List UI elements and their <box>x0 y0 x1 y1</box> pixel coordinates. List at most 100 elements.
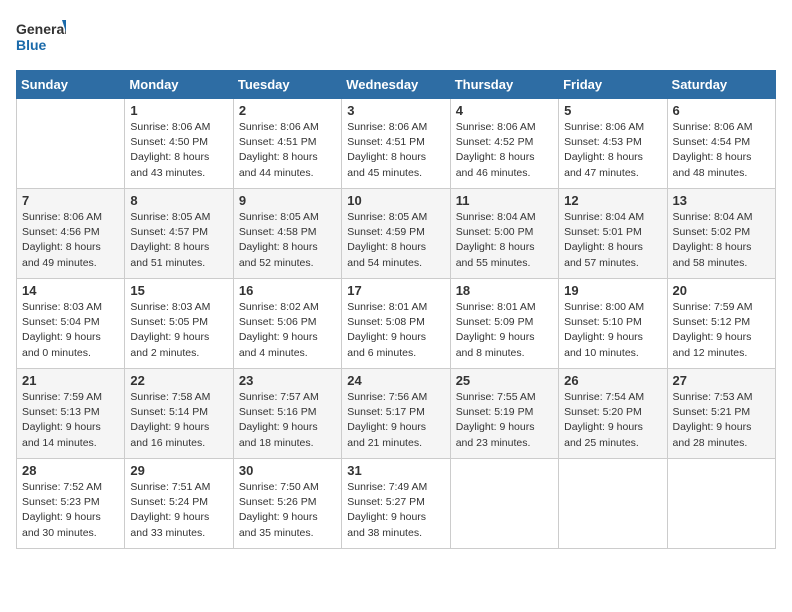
day-cell: 2 Sunrise: 8:06 AMSunset: 4:51 PMDayligh… <box>233 99 341 189</box>
day-cell: 20 Sunrise: 7:59 AMSunset: 5:12 PMDaylig… <box>667 279 775 369</box>
day-number: 10 <box>347 193 444 208</box>
svg-text:Blue: Blue <box>16 37 47 53</box>
day-number: 17 <box>347 283 444 298</box>
header: General Blue <box>16 16 776 58</box>
day-info: Sunrise: 8:04 AMSunset: 5:00 PMDaylight:… <box>456 210 553 271</box>
day-number: 30 <box>239 463 336 478</box>
day-info: Sunrise: 7:53 AMSunset: 5:21 PMDaylight:… <box>673 390 770 451</box>
day-info: Sunrise: 8:04 AMSunset: 5:02 PMDaylight:… <box>673 210 770 271</box>
day-number: 15 <box>130 283 227 298</box>
day-cell: 5 Sunrise: 8:06 AMSunset: 4:53 PMDayligh… <box>559 99 667 189</box>
weekday-header-monday: Monday <box>125 71 233 99</box>
day-info: Sunrise: 8:06 AMSunset: 4:50 PMDaylight:… <box>130 120 227 181</box>
weekday-header-row: SundayMondayTuesdayWednesdayThursdayFrid… <box>17 71 776 99</box>
day-number: 18 <box>456 283 553 298</box>
day-info: Sunrise: 8:05 AMSunset: 4:57 PMDaylight:… <box>130 210 227 271</box>
day-info: Sunrise: 8:01 AMSunset: 5:08 PMDaylight:… <box>347 300 444 361</box>
day-info: Sunrise: 8:04 AMSunset: 5:01 PMDaylight:… <box>564 210 661 271</box>
day-cell: 27 Sunrise: 7:53 AMSunset: 5:21 PMDaylig… <box>667 369 775 459</box>
day-cell <box>450 459 558 549</box>
day-info: Sunrise: 8:06 AMSunset: 4:54 PMDaylight:… <box>673 120 770 181</box>
day-info: Sunrise: 7:59 AMSunset: 5:12 PMDaylight:… <box>673 300 770 361</box>
day-number: 20 <box>673 283 770 298</box>
weekday-header-saturday: Saturday <box>667 71 775 99</box>
calendar-table: SundayMondayTuesdayWednesdayThursdayFrid… <box>16 70 776 549</box>
day-cell: 31 Sunrise: 7:49 AMSunset: 5:27 PMDaylig… <box>342 459 450 549</box>
day-number: 25 <box>456 373 553 388</box>
week-row-4: 21 Sunrise: 7:59 AMSunset: 5:13 PMDaylig… <box>17 369 776 459</box>
day-info: Sunrise: 7:59 AMSunset: 5:13 PMDaylight:… <box>22 390 119 451</box>
day-info: Sunrise: 7:51 AMSunset: 5:24 PMDaylight:… <box>130 480 227 541</box>
day-cell <box>559 459 667 549</box>
day-number: 4 <box>456 103 553 118</box>
day-info: Sunrise: 8:06 AMSunset: 4:52 PMDaylight:… <box>456 120 553 181</box>
day-info: Sunrise: 7:57 AMSunset: 5:16 PMDaylight:… <box>239 390 336 451</box>
day-cell: 12 Sunrise: 8:04 AMSunset: 5:01 PMDaylig… <box>559 189 667 279</box>
day-info: Sunrise: 8:05 AMSunset: 4:58 PMDaylight:… <box>239 210 336 271</box>
day-number: 16 <box>239 283 336 298</box>
day-cell: 21 Sunrise: 7:59 AMSunset: 5:13 PMDaylig… <box>17 369 125 459</box>
day-cell: 26 Sunrise: 7:54 AMSunset: 5:20 PMDaylig… <box>559 369 667 459</box>
day-cell: 9 Sunrise: 8:05 AMSunset: 4:58 PMDayligh… <box>233 189 341 279</box>
week-row-5: 28 Sunrise: 7:52 AMSunset: 5:23 PMDaylig… <box>17 459 776 549</box>
day-cell: 24 Sunrise: 7:56 AMSunset: 5:17 PMDaylig… <box>342 369 450 459</box>
day-cell: 4 Sunrise: 8:06 AMSunset: 4:52 PMDayligh… <box>450 99 558 189</box>
day-cell: 29 Sunrise: 7:51 AMSunset: 5:24 PMDaylig… <box>125 459 233 549</box>
weekday-header-tuesday: Tuesday <box>233 71 341 99</box>
day-cell: 19 Sunrise: 8:00 AMSunset: 5:10 PMDaylig… <box>559 279 667 369</box>
day-cell: 28 Sunrise: 7:52 AMSunset: 5:23 PMDaylig… <box>17 459 125 549</box>
day-info: Sunrise: 7:55 AMSunset: 5:19 PMDaylight:… <box>456 390 553 451</box>
day-info: Sunrise: 7:54 AMSunset: 5:20 PMDaylight:… <box>564 390 661 451</box>
day-number: 8 <box>130 193 227 208</box>
day-info: Sunrise: 7:52 AMSunset: 5:23 PMDaylight:… <box>22 480 119 541</box>
day-cell <box>667 459 775 549</box>
day-info: Sunrise: 8:06 AMSunset: 4:56 PMDaylight:… <box>22 210 119 271</box>
day-cell: 22 Sunrise: 7:58 AMSunset: 5:14 PMDaylig… <box>125 369 233 459</box>
day-cell <box>17 99 125 189</box>
day-info: Sunrise: 7:50 AMSunset: 5:26 PMDaylight:… <box>239 480 336 541</box>
day-number: 26 <box>564 373 661 388</box>
day-cell: 6 Sunrise: 8:06 AMSunset: 4:54 PMDayligh… <box>667 99 775 189</box>
week-row-3: 14 Sunrise: 8:03 AMSunset: 5:04 PMDaylig… <box>17 279 776 369</box>
day-info: Sunrise: 8:06 AMSunset: 4:53 PMDaylight:… <box>564 120 661 181</box>
day-number: 22 <box>130 373 227 388</box>
day-number: 19 <box>564 283 661 298</box>
day-cell: 16 Sunrise: 8:02 AMSunset: 5:06 PMDaylig… <box>233 279 341 369</box>
day-cell: 13 Sunrise: 8:04 AMSunset: 5:02 PMDaylig… <box>667 189 775 279</box>
day-number: 31 <box>347 463 444 478</box>
day-number: 7 <box>22 193 119 208</box>
day-number: 1 <box>130 103 227 118</box>
day-number: 6 <box>673 103 770 118</box>
day-cell: 15 Sunrise: 8:03 AMSunset: 5:05 PMDaylig… <box>125 279 233 369</box>
day-number: 2 <box>239 103 336 118</box>
day-number: 29 <box>130 463 227 478</box>
day-cell: 18 Sunrise: 8:01 AMSunset: 5:09 PMDaylig… <box>450 279 558 369</box>
day-cell: 17 Sunrise: 8:01 AMSunset: 5:08 PMDaylig… <box>342 279 450 369</box>
day-info: Sunrise: 7:58 AMSunset: 5:14 PMDaylight:… <box>130 390 227 451</box>
day-info: Sunrise: 8:01 AMSunset: 5:09 PMDaylight:… <box>456 300 553 361</box>
day-cell: 11 Sunrise: 8:04 AMSunset: 5:00 PMDaylig… <box>450 189 558 279</box>
day-info: Sunrise: 8:05 AMSunset: 4:59 PMDaylight:… <box>347 210 444 271</box>
calendar-container: General Blue SundayMondayTuesdayWednesda… <box>0 0 792 559</box>
weekday-header-sunday: Sunday <box>17 71 125 99</box>
day-number: 13 <box>673 193 770 208</box>
day-cell: 23 Sunrise: 7:57 AMSunset: 5:16 PMDaylig… <box>233 369 341 459</box>
weekday-header-wednesday: Wednesday <box>342 71 450 99</box>
day-number: 11 <box>456 193 553 208</box>
day-info: Sunrise: 8:03 AMSunset: 5:05 PMDaylight:… <box>130 300 227 361</box>
day-cell: 7 Sunrise: 8:06 AMSunset: 4:56 PMDayligh… <box>17 189 125 279</box>
svg-text:General: General <box>16 21 66 37</box>
day-number: 24 <box>347 373 444 388</box>
day-cell: 8 Sunrise: 8:05 AMSunset: 4:57 PMDayligh… <box>125 189 233 279</box>
day-info: Sunrise: 7:49 AMSunset: 5:27 PMDaylight:… <box>347 480 444 541</box>
day-cell: 3 Sunrise: 8:06 AMSunset: 4:51 PMDayligh… <box>342 99 450 189</box>
weekday-header-thursday: Thursday <box>450 71 558 99</box>
day-info: Sunrise: 8:06 AMSunset: 4:51 PMDaylight:… <box>239 120 336 181</box>
week-row-2: 7 Sunrise: 8:06 AMSunset: 4:56 PMDayligh… <box>17 189 776 279</box>
day-info: Sunrise: 8:06 AMSunset: 4:51 PMDaylight:… <box>347 120 444 181</box>
day-number: 23 <box>239 373 336 388</box>
day-cell: 14 Sunrise: 8:03 AMSunset: 5:04 PMDaylig… <box>17 279 125 369</box>
day-info: Sunrise: 7:56 AMSunset: 5:17 PMDaylight:… <box>347 390 444 451</box>
logo-svg: General Blue <box>16 16 66 58</box>
day-number: 5 <box>564 103 661 118</box>
